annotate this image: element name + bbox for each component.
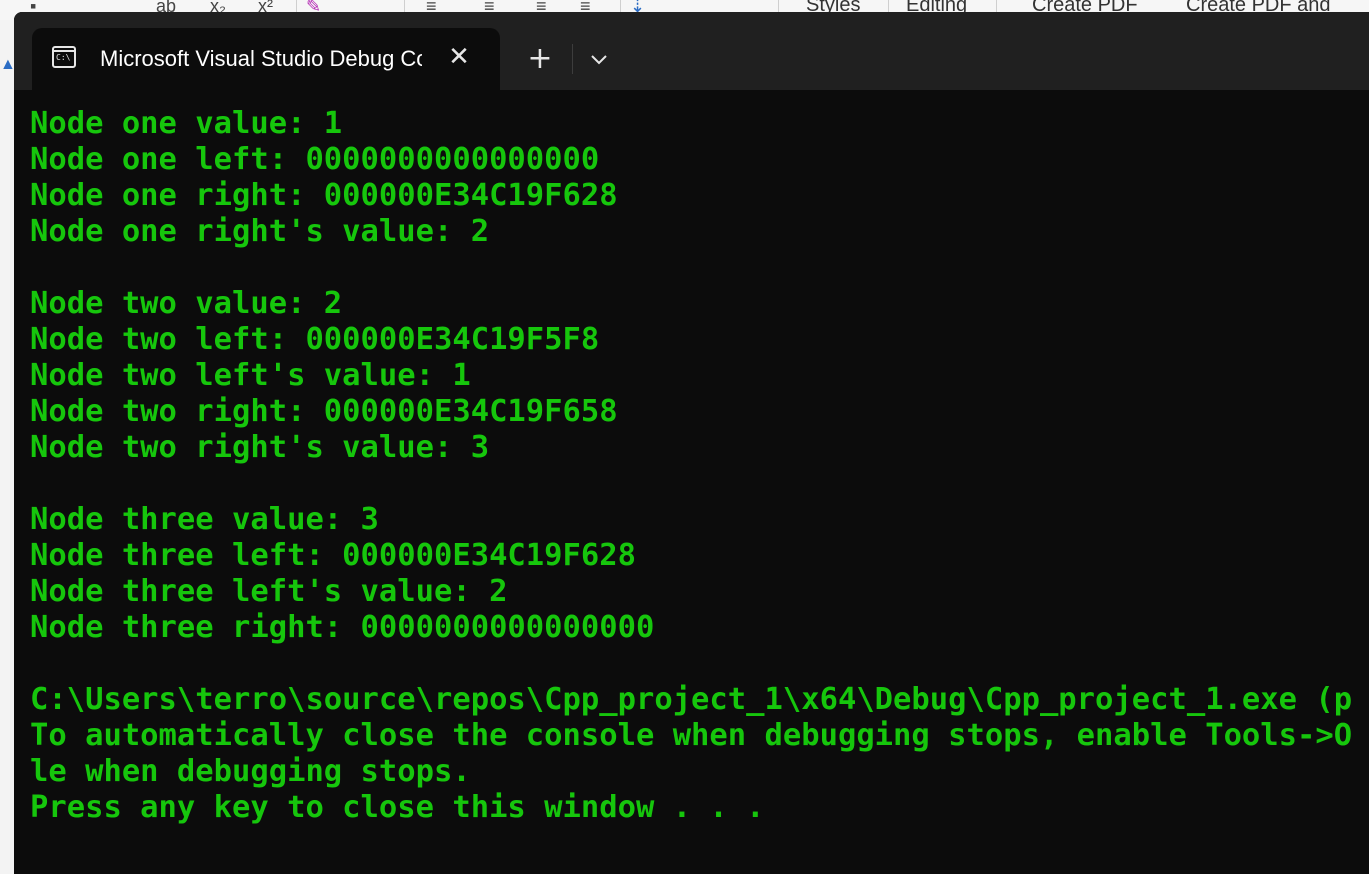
terminal-window: C:\ Microsoft Visual Studio Debug Consol…	[14, 12, 1369, 874]
console-line: Node three left's value: 2	[30, 574, 508, 609]
console-line: Node two right's value: 3	[30, 430, 490, 465]
console-line: C:\Users\terro\source\repos\Cpp_project_…	[30, 682, 1353, 717]
console-line: Node two left: 000000E34C19F5F8	[30, 322, 600, 357]
console-line: To automatically close the console when …	[30, 718, 1353, 753]
console-line: Node two value: 2	[30, 286, 343, 321]
close-icon[interactable]: ✕	[444, 42, 474, 72]
console-app-icon: C:\	[52, 46, 76, 68]
background-left-strip: ▲	[0, 20, 16, 874]
console-line: Node two right: 000000E34C19F658	[30, 394, 618, 429]
console-line: Node one right: 000000E34C19F628	[30, 178, 618, 213]
title-bar[interactable]: C:\ Microsoft Visual Studio Debug Consol…	[14, 12, 1369, 90]
console-output[interactable]: Node one value: 1 Node one left: 0000000…	[30, 106, 1369, 874]
console-line: Node one value: 1	[30, 106, 343, 141]
console-line: Node three right: 0000000000000000	[30, 610, 655, 645]
chevron-down-icon[interactable]	[584, 44, 614, 74]
console-line: Node three left: 000000E34C19F628	[30, 538, 636, 573]
plus-icon[interactable]: +	[522, 42, 558, 78]
title-bar-divider	[572, 44, 573, 74]
console-line: Node one right's value: 2	[30, 214, 490, 249]
tab-debug-console[interactable]: C:\ Microsoft Visual Studio Debug Consol…	[32, 28, 500, 90]
console-line: le when debugging stops.	[30, 754, 471, 789]
console-line: Node one left: 0000000000000000	[30, 142, 600, 177]
console-line: Node three value: 3	[30, 502, 379, 537]
console-line: Node two left's value: 1	[30, 358, 471, 393]
tab-title: Microsoft Visual Studio Debug Console	[100, 46, 422, 71]
console-line: Press any key to close this window . . .	[30, 790, 765, 825]
